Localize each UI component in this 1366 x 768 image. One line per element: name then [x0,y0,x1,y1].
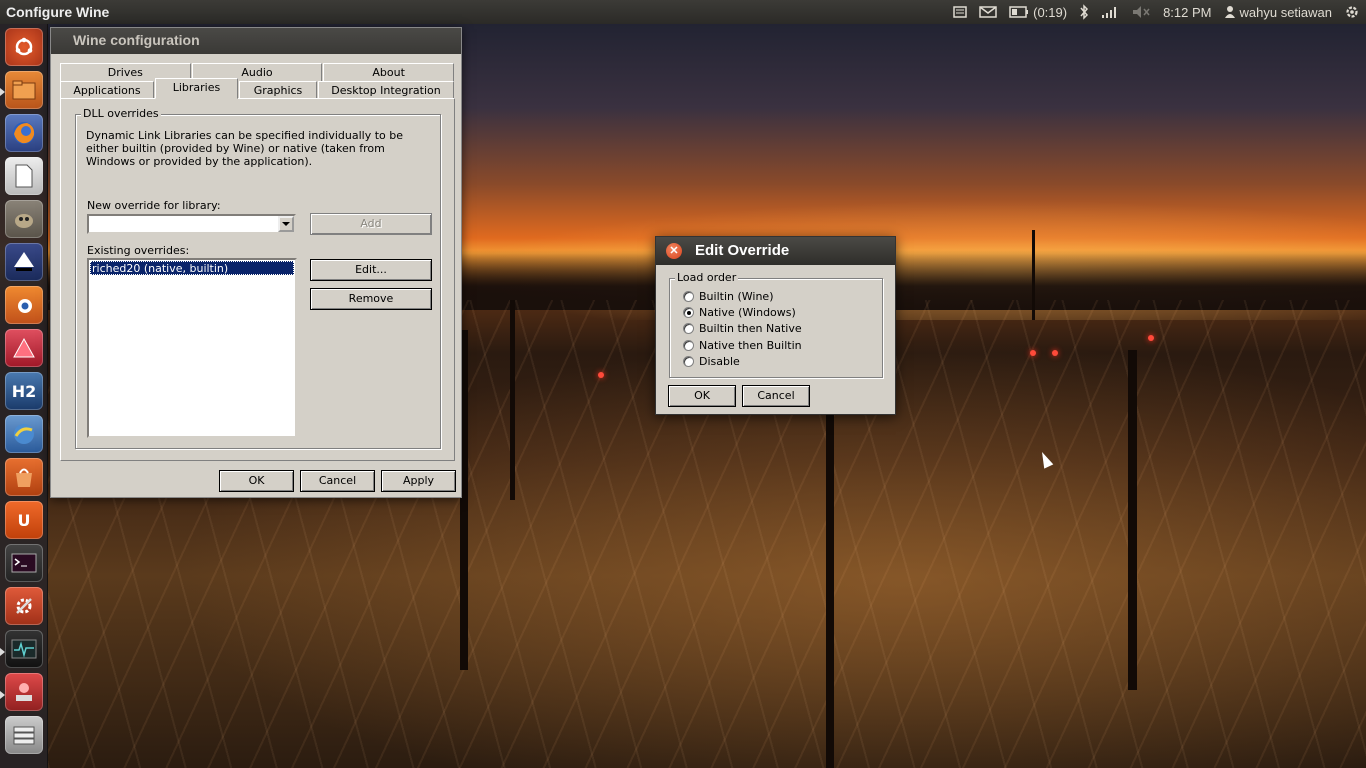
tab-row-bottom: Applications Libraries Graphics Desktop … [60,78,455,99]
indicator-area: (0:19) 8:12 PM wahyu setiawan [953,0,1366,24]
system-settings-icon[interactable] [5,587,43,625]
libraries-tab-panel: DLL overrides Dynamic Link Libraries can… [60,98,455,461]
radio-label: Native (Windows) [699,306,796,319]
ubuntu-dash-icon[interactable] [5,28,43,66]
wallpaper-pole [826,400,834,768]
list-item[interactable]: riched20 (native, builtin) [90,261,294,275]
tab-applications[interactable]: Applications [60,81,154,99]
software-center-icon[interactable] [5,458,43,496]
wallpaper-train-light [1148,335,1154,341]
dll-overrides-group: DLL overrides Dynamic Link Libraries can… [75,107,441,449]
mail-icon[interactable] [979,6,997,18]
network-signal-icon[interactable] [1101,5,1119,19]
session-gear-icon[interactable] [1344,4,1360,20]
wallpaper-pole [1128,350,1137,690]
group-label: Load order [675,271,739,284]
battery-time: (0:19) [1033,4,1068,20]
app-icon[interactable] [5,329,43,367]
radio-disable[interactable]: Disable [683,355,740,368]
radio-circle-icon [683,340,694,351]
keyboard-indicator-icon[interactable] [953,5,967,19]
add-button[interactable]: Add [310,213,432,235]
cancel-button[interactable]: Cancel [300,470,375,492]
radio-builtin-then-native[interactable]: Builtin then Native [683,322,802,335]
wine-configuration-window: Wine configuration Drives Audio About Ap… [50,27,462,498]
dialog-titlebar: ✕ Edit Override [656,237,895,265]
wallpaper-train-light [598,372,604,378]
user-icon [1224,6,1235,18]
firefox-icon[interactable] [5,114,43,152]
sound-muted-icon[interactable] [1131,5,1151,19]
existing-overrides-label: Existing overrides: [87,244,190,257]
remove-button[interactable]: Remove [310,288,432,310]
ubuntu-one-icon[interactable]: U [5,501,43,539]
unity-launcher: H2 U [0,24,48,768]
tab-graphics[interactable]: Graphics [239,81,317,99]
user-name: wahyu setiawan [1239,4,1333,20]
terminal-icon[interactable] [5,544,43,582]
tab-desktop-integration[interactable]: Desktop Integration [318,81,454,99]
tab-about[interactable]: About [323,63,455,81]
remote-desktop-icon[interactable] [5,673,43,711]
wallpaper-train-light [1052,350,1058,356]
description-text: Dynamic Link Libraries can be specified … [86,129,404,168]
wallpaper-pole [510,300,515,500]
radio-label: Disable [699,355,740,368]
active-app-title: Configure Wine [6,4,110,20]
radio-label: Builtin then Native [699,322,802,335]
radio-builtin[interactable]: Builtin (Wine) [683,290,773,303]
file-manager-icon[interactable] [5,716,43,754]
h2-icon[interactable]: H2 [5,372,43,410]
radio-label: Native then Builtin [699,339,802,352]
radio-circle-icon [683,323,694,334]
tab-libraries[interactable]: Libraries [155,78,238,99]
dialog-cancel-button[interactable]: Cancel [742,385,810,407]
radio-native[interactable]: Native (Windows) [683,306,796,319]
battery-icon [1009,6,1029,18]
top-panel: Configure Wine (0:19) 8:12 PM wahyu seti… [0,0,1366,24]
dropdown-arrow-icon[interactable] [278,216,294,232]
blender-icon[interactable] [5,286,43,324]
radio-circle-icon [683,291,694,302]
edit-button[interactable]: Edit... [310,259,432,281]
ok-button[interactable]: OK [219,470,294,492]
bluetooth-icon[interactable] [1079,4,1089,20]
edit-override-dialog: ✕ Edit Override Load order Builtin (Wine… [655,236,896,415]
wallpaper-train-light [1030,350,1036,356]
system-monitor-icon[interactable] [5,630,43,668]
new-override-combobox[interactable] [87,214,296,234]
libreoffice-icon[interactable] [5,157,43,195]
dialog-title: Edit Override [695,242,790,259]
group-label: DLL overrides [81,107,161,120]
clock[interactable]: 8:12 PM [1163,5,1211,20]
battery-indicator[interactable]: (0:19) [1009,5,1067,20]
load-order-group: Load order Builtin (Wine) Native (Window… [669,271,883,378]
window-title: Wine configuration [51,28,461,54]
wallpaper-pole [1032,230,1035,320]
tab-row-top: Drives Audio About [60,63,455,81]
radio-label: Builtin (Wine) [699,290,774,303]
inkscape-icon[interactable] [5,243,43,281]
radio-native-then-builtin[interactable]: Native then Builtin [683,339,802,352]
new-override-label: New override for library: [87,199,221,212]
files-icon[interactable] [5,71,43,109]
dialog-ok-button[interactable]: OK [668,385,736,407]
apply-button[interactable]: Apply [381,470,456,492]
existing-overrides-list[interactable]: riched20 (native, builtin) [87,258,297,438]
browser-icon[interactable] [5,415,43,453]
radio-circle-icon [683,356,694,367]
gimp-icon[interactable] [5,200,43,238]
close-icon[interactable]: ✕ [666,243,682,259]
user-menu[interactable]: wahyu setiawan [1224,4,1333,20]
radio-selected-icon [683,307,694,318]
